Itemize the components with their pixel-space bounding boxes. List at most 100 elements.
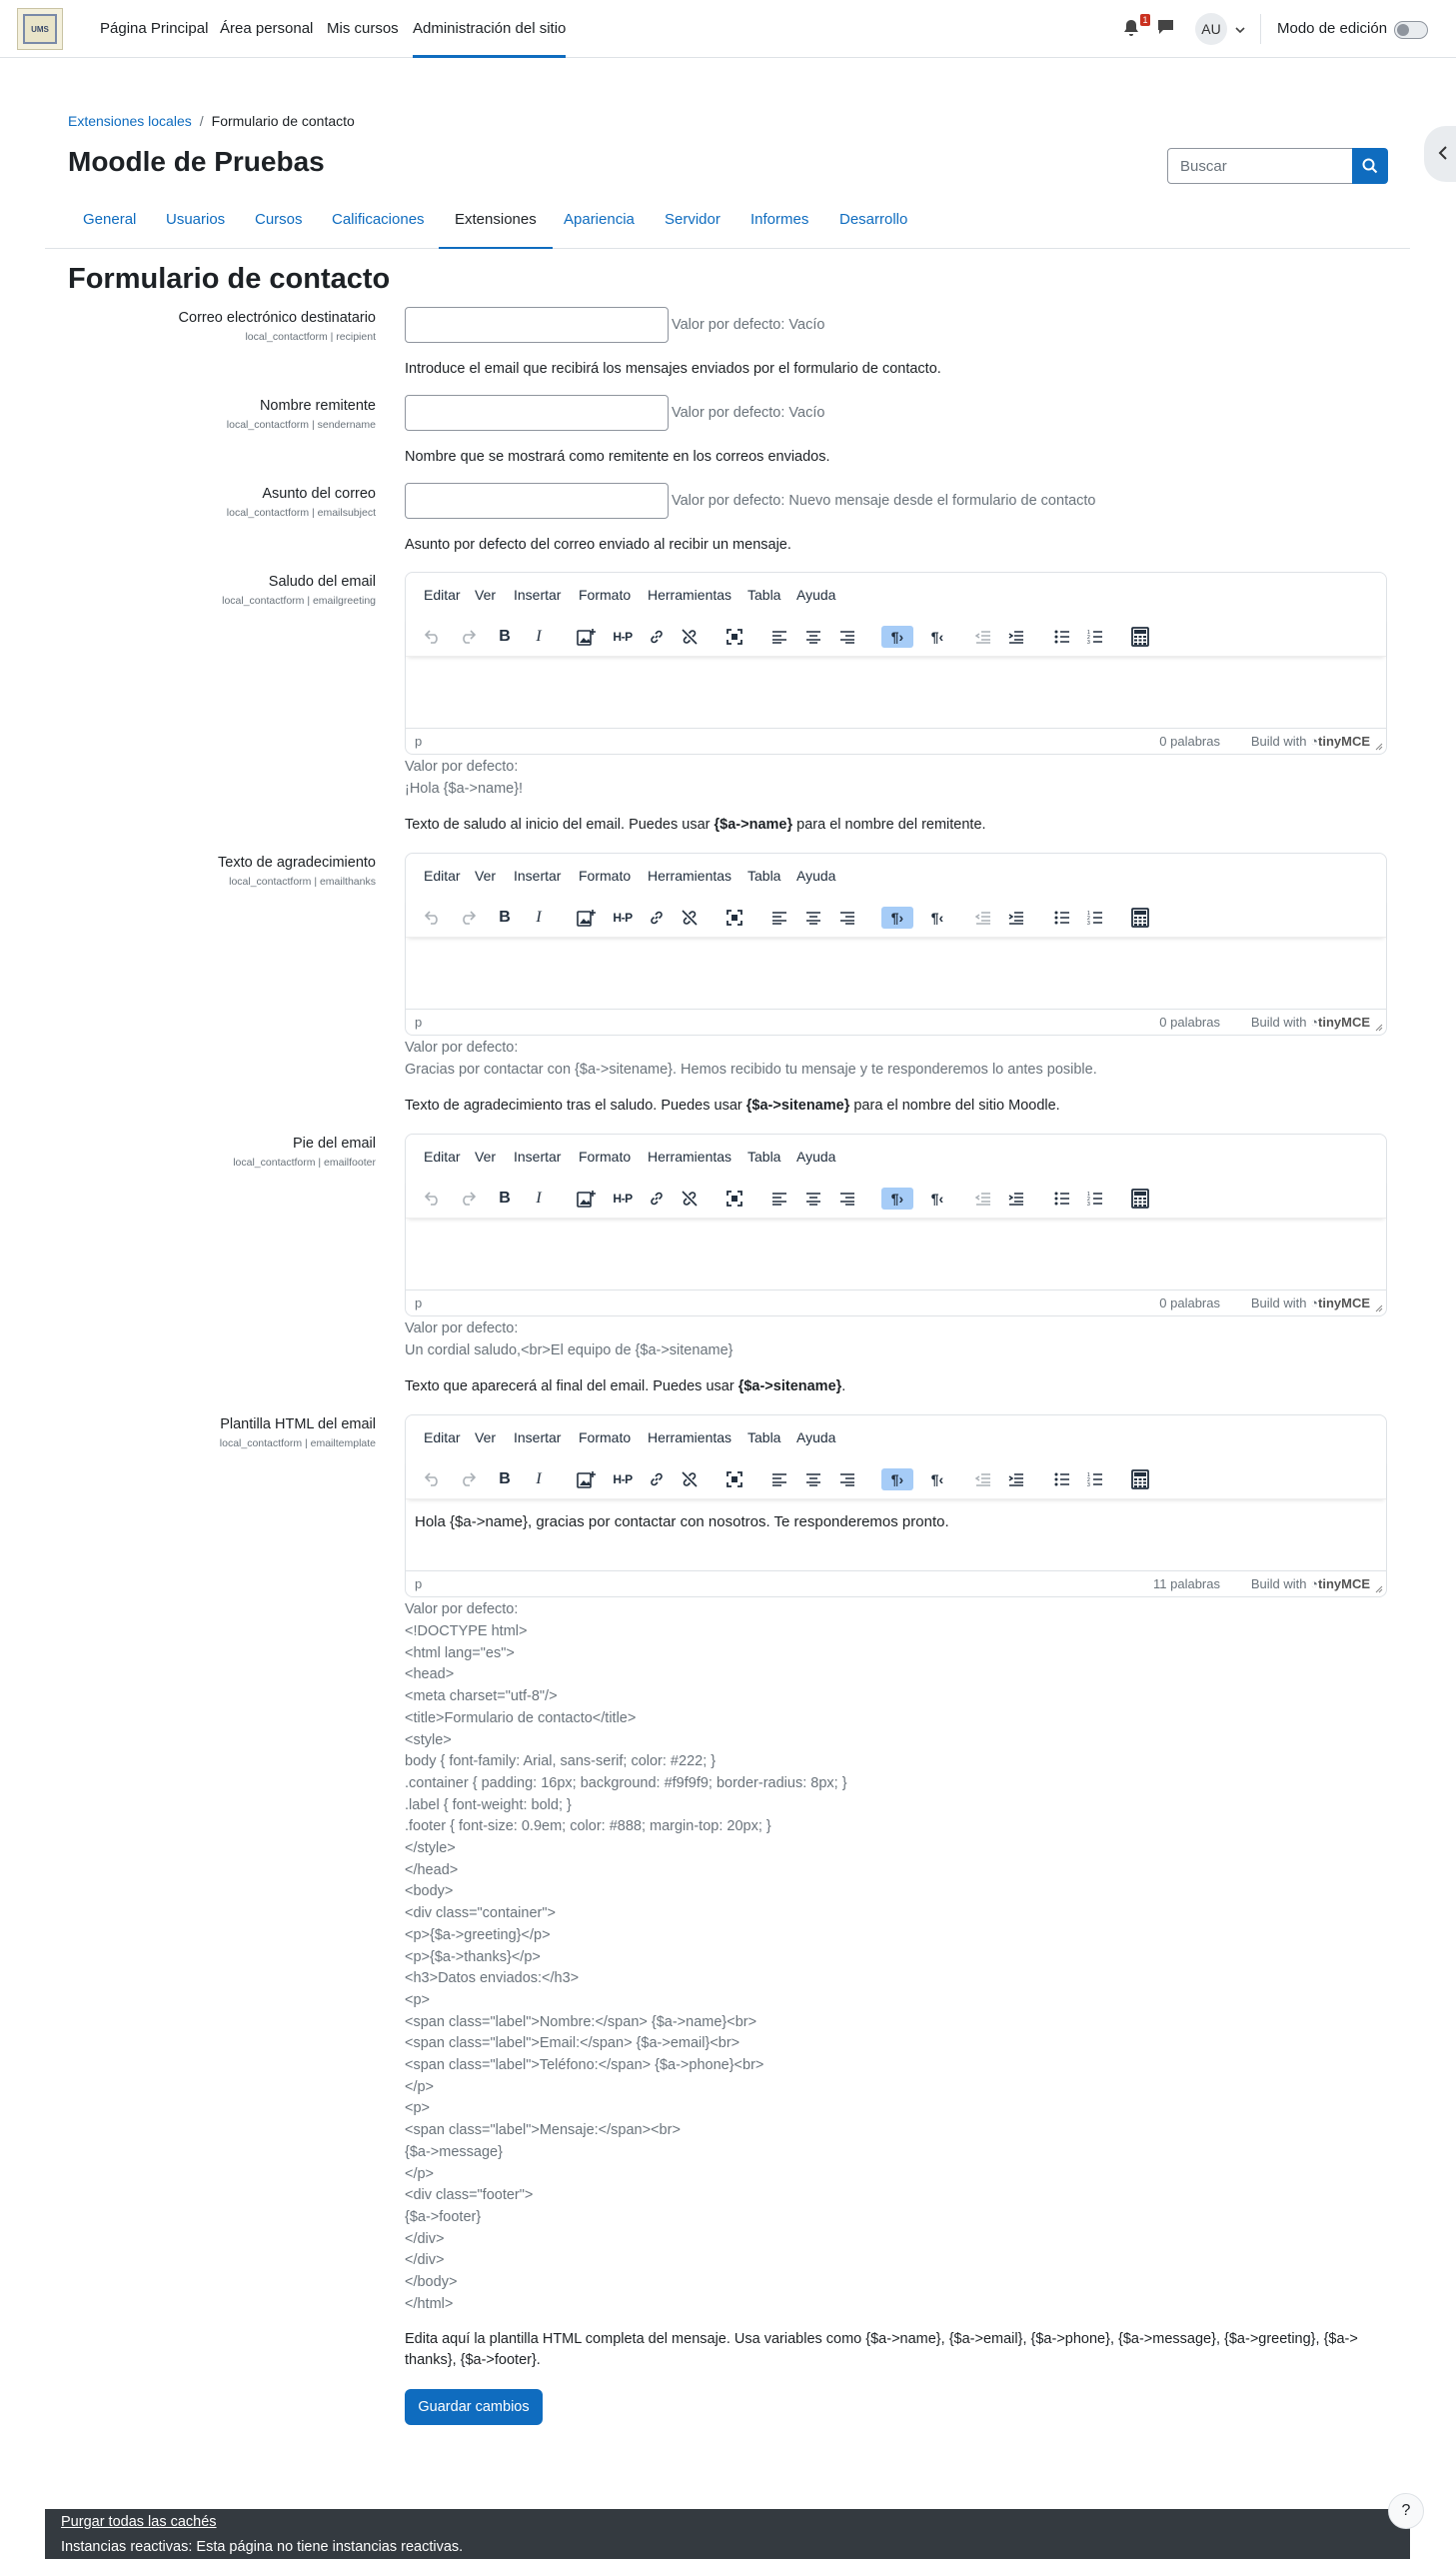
editor-content-area[interactable]: [406, 657, 1386, 685]
tab-appearance[interactable]: Apariencia: [564, 200, 635, 249]
user-avatar[interactable]: AU: [1195, 13, 1227, 45]
media-icon[interactable]: [576, 626, 598, 648]
editor-menu-item[interactable]: Ayuda: [796, 868, 835, 884]
bullet-list-icon[interactable]: [1051, 907, 1073, 929]
tab-plugins[interactable]: Extensiones: [439, 200, 553, 249]
rtl-icon[interactable]: ¶‹: [926, 907, 948, 929]
calculator-icon[interactable]: [1129, 1188, 1151, 1210]
align-left-icon[interactable]: [768, 907, 790, 929]
editor-menu-item[interactable]: Editar: [424, 587, 461, 603]
ltr-icon[interactable]: ¶›: [881, 1468, 913, 1490]
editor-menu-item[interactable]: Ayuda: [796, 1149, 835, 1165]
tinymce-branding[interactable]: Build with ◔tinyMCE: [1251, 1295, 1370, 1310]
search-button[interactable]: [1352, 148, 1388, 184]
align-left-icon[interactable]: [768, 1468, 790, 1490]
chevron-down-icon[interactable]: [1235, 22, 1245, 34]
align-left-icon[interactable]: [768, 626, 790, 648]
link-icon[interactable]: [646, 626, 668, 648]
bold-icon[interactable]: B: [494, 1468, 516, 1490]
align-center-icon[interactable]: [802, 907, 824, 929]
resize-handle-icon[interactable]: [1375, 1024, 1383, 1032]
chat-icon[interactable]: [1157, 19, 1177, 39]
editor-content-area[interactable]: [406, 1219, 1386, 1247]
editor-content-area[interactable]: Hola {$a->name}, gracias por contactar c…: [406, 1499, 1386, 1544]
editor-menu-item[interactable]: Editar: [424, 1429, 461, 1445]
editor-menu-item[interactable]: Insertar: [514, 1149, 561, 1165]
italic-icon[interactable]: I: [528, 1468, 550, 1490]
edit-mode-toggle[interactable]: [1394, 21, 1428, 39]
editor-menu-item[interactable]: Insertar: [514, 587, 561, 603]
redo-icon[interactable]: [457, 626, 479, 648]
editor-menu-item[interactable]: Ver: [475, 587, 496, 603]
editor-menu-item[interactable]: Ver: [475, 1429, 496, 1445]
bold-icon[interactable]: B: [494, 1188, 516, 1210]
calculator-icon[interactable]: [1129, 1468, 1151, 1490]
recipient-input[interactable]: [405, 307, 669, 343]
undo-icon[interactable]: [422, 626, 444, 648]
outdent-icon[interactable]: [972, 1468, 994, 1490]
editor-menu-item[interactable]: Herramientas: [648, 1149, 731, 1165]
editor-menu-item[interactable]: Editar: [424, 868, 461, 884]
unlink-icon[interactable]: [679, 907, 701, 929]
link-icon[interactable]: [646, 1468, 668, 1490]
unlink-icon[interactable]: [679, 626, 701, 648]
italic-icon[interactable]: I: [528, 907, 550, 929]
outdent-icon[interactable]: [972, 1188, 994, 1210]
emailfooter-editor[interactable]: Editar Ver Insertar Formato Herramientas Tabl…: [405, 1134, 1387, 1316]
fullscreen-icon[interactable]: [724, 626, 745, 648]
numbered-list-icon[interactable]: 123: [1084, 626, 1106, 648]
tinymce-branding[interactable]: Build with ◔tinyMCE: [1251, 1015, 1370, 1030]
media-icon[interactable]: [576, 1468, 598, 1490]
editor-menu-item[interactable]: Tabla: [747, 587, 780, 603]
nav-link-home[interactable]: Página Principal: [100, 0, 208, 58]
indent-icon[interactable]: [1005, 626, 1027, 648]
calculator-icon[interactable]: [1129, 626, 1151, 648]
editor-menu-item[interactable]: Tabla: [747, 868, 780, 884]
calculator-icon[interactable]: [1129, 907, 1151, 929]
editor-content-area[interactable]: [406, 938, 1386, 966]
editor-menu-item[interactable]: Ayuda: [796, 1429, 835, 1445]
outdent-icon[interactable]: [972, 907, 994, 929]
editor-menu-item[interactable]: Ver: [475, 868, 496, 884]
align-right-icon[interactable]: [836, 626, 858, 648]
media-icon[interactable]: [576, 907, 598, 929]
ltr-icon[interactable]: ¶›: [881, 626, 913, 648]
media-icon[interactable]: [576, 1188, 598, 1210]
indent-icon[interactable]: [1005, 907, 1027, 929]
block-drawer-toggle[interactable]: [1424, 126, 1456, 182]
tab-grades[interactable]: Calificaciones: [332, 200, 425, 249]
numbered-list-icon[interactable]: 123: [1084, 1468, 1106, 1490]
editor-menu-item[interactable]: Ayuda: [796, 587, 835, 603]
tab-development[interactable]: Desarrollo: [839, 200, 907, 249]
tab-general[interactable]: General: [83, 200, 136, 249]
indent-icon[interactable]: [1005, 1468, 1027, 1490]
editor-menu-item[interactable]: Herramientas: [648, 868, 731, 884]
fullscreen-icon[interactable]: [724, 1188, 745, 1210]
search-input[interactable]: [1167, 148, 1353, 184]
resize-handle-icon[interactable]: [1375, 1304, 1383, 1312]
h5p-icon[interactable]: H-P: [612, 1188, 634, 1210]
tab-courses[interactable]: Cursos: [255, 200, 303, 249]
fullscreen-icon[interactable]: [724, 907, 745, 929]
indent-icon[interactable]: [1005, 1188, 1027, 1210]
rtl-icon[interactable]: ¶‹: [926, 1468, 948, 1490]
editor-word-count[interactable]: 11 palabras: [1153, 1576, 1220, 1591]
nav-link-site-admin[interactable]: Administración del sitio: [413, 0, 567, 58]
tab-users[interactable]: Usuarios: [166, 200, 225, 249]
undo-icon[interactable]: [422, 907, 444, 929]
align-center-icon[interactable]: [802, 626, 824, 648]
link-icon[interactable]: [646, 907, 668, 929]
editor-menu-item[interactable]: Formato: [579, 1149, 631, 1165]
bold-icon[interactable]: B: [494, 907, 516, 929]
resize-handle-icon[interactable]: [1375, 743, 1383, 751]
editor-word-count[interactable]: 0 palabras: [1159, 1295, 1220, 1310]
editor-menu-item[interactable]: Ver: [475, 1149, 496, 1165]
numbered-list-icon[interactable]: 123: [1084, 1188, 1106, 1210]
editor-element-path[interactable]: p: [415, 1576, 422, 1591]
align-center-icon[interactable]: [802, 1468, 824, 1490]
editor-element-path[interactable]: p: [415, 1295, 422, 1310]
editor-menu-item[interactable]: Herramientas: [648, 1429, 731, 1445]
help-button[interactable]: ?: [1388, 2493, 1424, 2529]
align-right-icon[interactable]: [836, 1468, 858, 1490]
h5p-icon[interactable]: H-P: [612, 1468, 634, 1490]
